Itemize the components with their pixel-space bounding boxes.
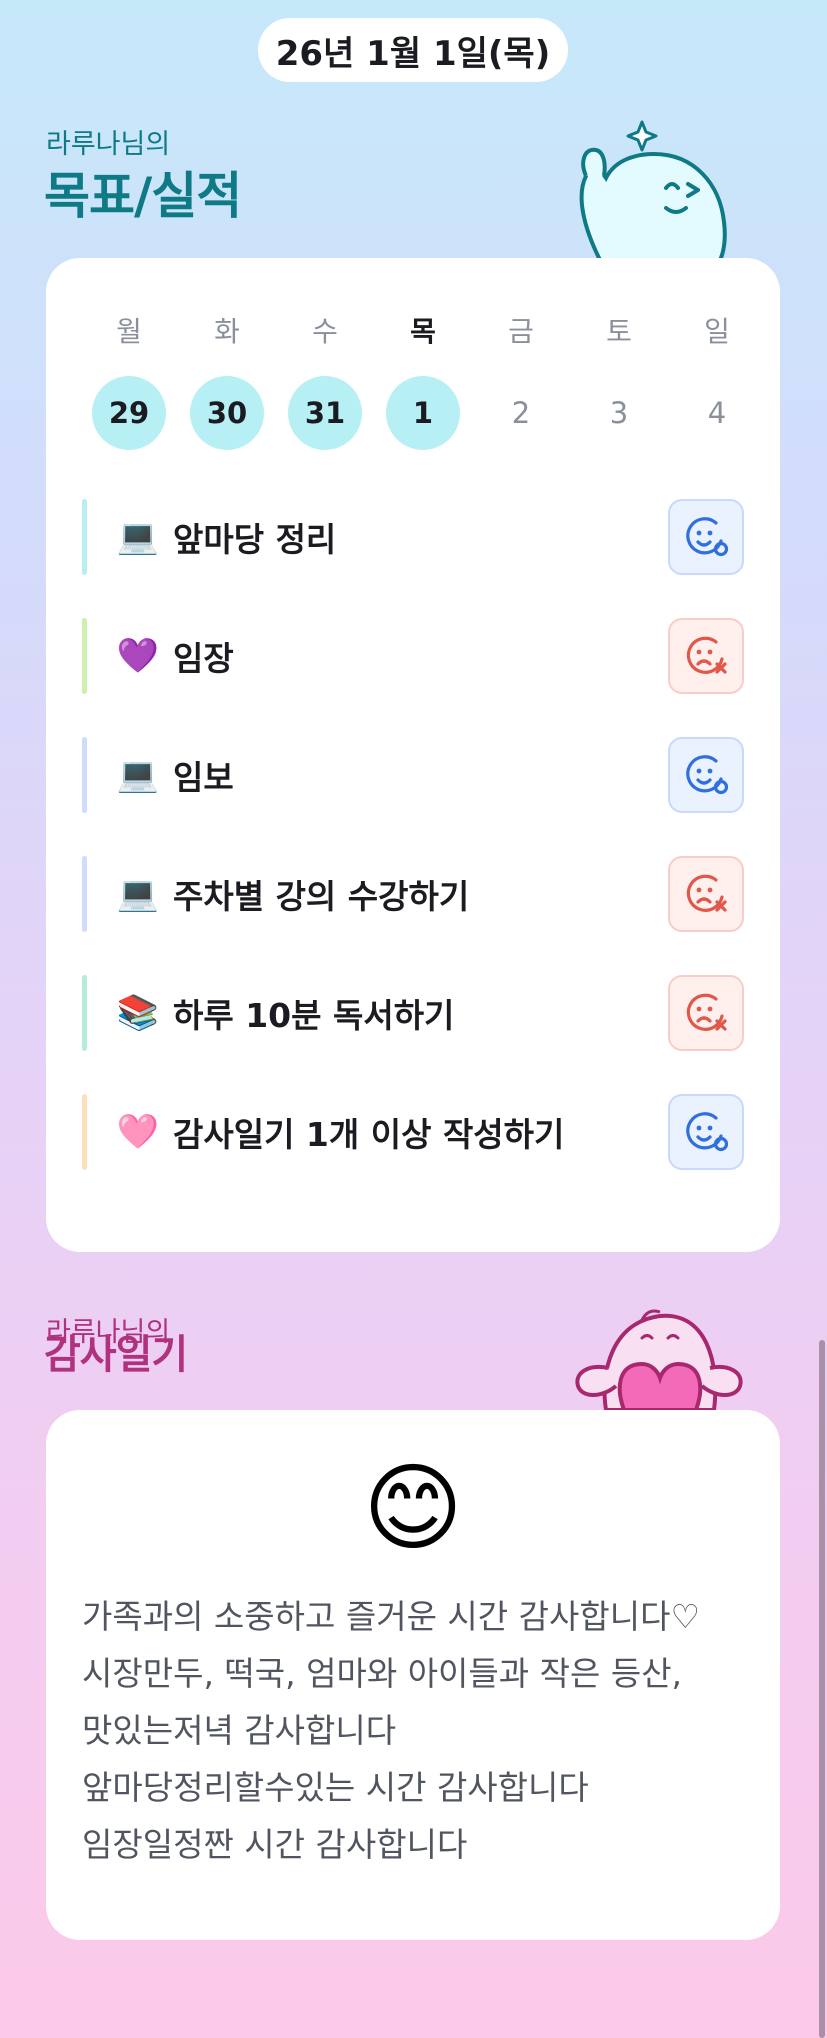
weekday-label: 토 bbox=[606, 315, 632, 348]
gratitude-line: 시장만두, 떡국, 엄마와 아이들과 작은 등산, bbox=[82, 1654, 683, 1693]
sad-icon bbox=[686, 636, 727, 674]
goal-status-success[interactable] bbox=[668, 737, 744, 813]
weekday-label: 월 bbox=[116, 315, 142, 348]
date-cell-completed[interactable]: 30 bbox=[190, 376, 264, 450]
goal-status-fail[interactable] bbox=[668, 975, 744, 1051]
date-header[interactable]: 26년 1월 1일(목) bbox=[258, 18, 568, 82]
goal-item[interactable]: 💜 임장 bbox=[82, 618, 744, 694]
gratitude-line: 맛있는저녁 감사합니다 bbox=[82, 1711, 397, 1750]
goal-color-bar bbox=[82, 856, 87, 932]
goals-section-title: 목표/실적 bbox=[44, 167, 242, 225]
sad-icon bbox=[686, 874, 727, 912]
goal-status-success[interactable] bbox=[668, 499, 744, 575]
laptop-icon: 💻 bbox=[116, 874, 160, 914]
goal-color-bar bbox=[82, 737, 87, 813]
date-cell-today[interactable]: 1 bbox=[386, 376, 460, 450]
date-cell-completed[interactable]: 29 bbox=[92, 376, 166, 450]
mascot-illustration bbox=[579, 120, 727, 260]
goal-item[interactable]: 📚 하루 10분 독서하기 bbox=[82, 975, 744, 1051]
goal-color-bar bbox=[82, 975, 87, 1051]
goal-color-bar bbox=[82, 499, 87, 575]
goal-color-bar bbox=[82, 618, 87, 694]
smile-icon bbox=[686, 1112, 729, 1152]
weekday-label: 화 bbox=[214, 315, 240, 348]
date-cell[interactable]: 3 bbox=[582, 376, 656, 450]
goal-item[interactable]: 💻 앞마당 정리 bbox=[82, 499, 744, 575]
week-date-row: 29 30 31 1 2 3 4 bbox=[80, 376, 766, 450]
goal-item[interactable]: 💻 임보 bbox=[82, 737, 744, 813]
goal-item[interactable]: 💻 주차별 강의 수강하기 bbox=[82, 856, 744, 932]
goal-label: 감사일기 1개 이상 작성하기 bbox=[173, 1115, 565, 1154]
weekday-header: 월 화 수 목 금 토 일 bbox=[80, 310, 766, 350]
smile-icon bbox=[686, 517, 729, 557]
books-icon: 📚 bbox=[116, 993, 160, 1033]
weekday-label-today: 목 bbox=[410, 315, 436, 348]
weekday-label: 금 bbox=[508, 315, 534, 348]
gratitude-line: 임장일정짠 시간 감사합니다 bbox=[82, 1825, 468, 1864]
goal-status-fail[interactable] bbox=[668, 856, 744, 932]
goal-label: 임장 bbox=[173, 639, 234, 678]
gratitude-section-title: 감사일기 bbox=[44, 1332, 188, 1378]
gratitude-card: 😊 가족과의 소중하고 즐거운 시간 감사합니다♡ 시장만두, 떡국, 엄마와 … bbox=[46, 1410, 780, 1940]
goal-label: 하루 10분 독서하기 bbox=[173, 996, 455, 1035]
goal-label: 앞마당 정리 bbox=[173, 520, 337, 559]
mascot-heart-illustration bbox=[575, 1309, 743, 1410]
purple-heart-icon: 💜 bbox=[116, 636, 160, 676]
goal-status-success[interactable] bbox=[668, 1094, 744, 1170]
gratitude-line: 앞마당정리할수있는 시간 감사합니다 bbox=[82, 1768, 589, 1807]
sad-icon bbox=[686, 993, 727, 1031]
gratitude-line: 가족과의 소중하고 즐거운 시간 감사합니다♡ bbox=[82, 1597, 701, 1636]
smiling-face-icon: 😊 bbox=[362, 1452, 464, 1564]
goal-label: 주차별 강의 수강하기 bbox=[173, 877, 470, 916]
weekday-label: 수 bbox=[312, 315, 338, 348]
goals-card: 월 화 수 목 금 토 일 29 30 31 1 2 3 4 💻 앞마당 정리 … bbox=[46, 258, 780, 1252]
goal-label: 임보 bbox=[173, 758, 234, 797]
laptop-icon: 💻 bbox=[116, 517, 160, 557]
goal-status-fail[interactable] bbox=[668, 618, 744, 694]
goal-color-bar bbox=[82, 1094, 87, 1170]
weekday-label: 일 bbox=[704, 315, 730, 348]
date-cell[interactable]: 4 bbox=[680, 376, 754, 450]
laptop-icon: 💻 bbox=[116, 755, 160, 795]
date-cell[interactable]: 2 bbox=[484, 376, 558, 450]
date-cell-completed[interactable]: 31 bbox=[288, 376, 362, 450]
goal-item[interactable]: 🩷 감사일기 1개 이상 작성하기 bbox=[82, 1094, 744, 1170]
scrollbar[interactable] bbox=[819, 1340, 825, 2038]
pink-heart-icon: 🩷 bbox=[116, 1112, 160, 1152]
smile-icon bbox=[686, 755, 729, 795]
gratitude-text: 가족과의 소중하고 즐거운 시간 감사합니다♡ 시장만두, 떡국, 엄마와 아이… bbox=[82, 1588, 752, 1873]
